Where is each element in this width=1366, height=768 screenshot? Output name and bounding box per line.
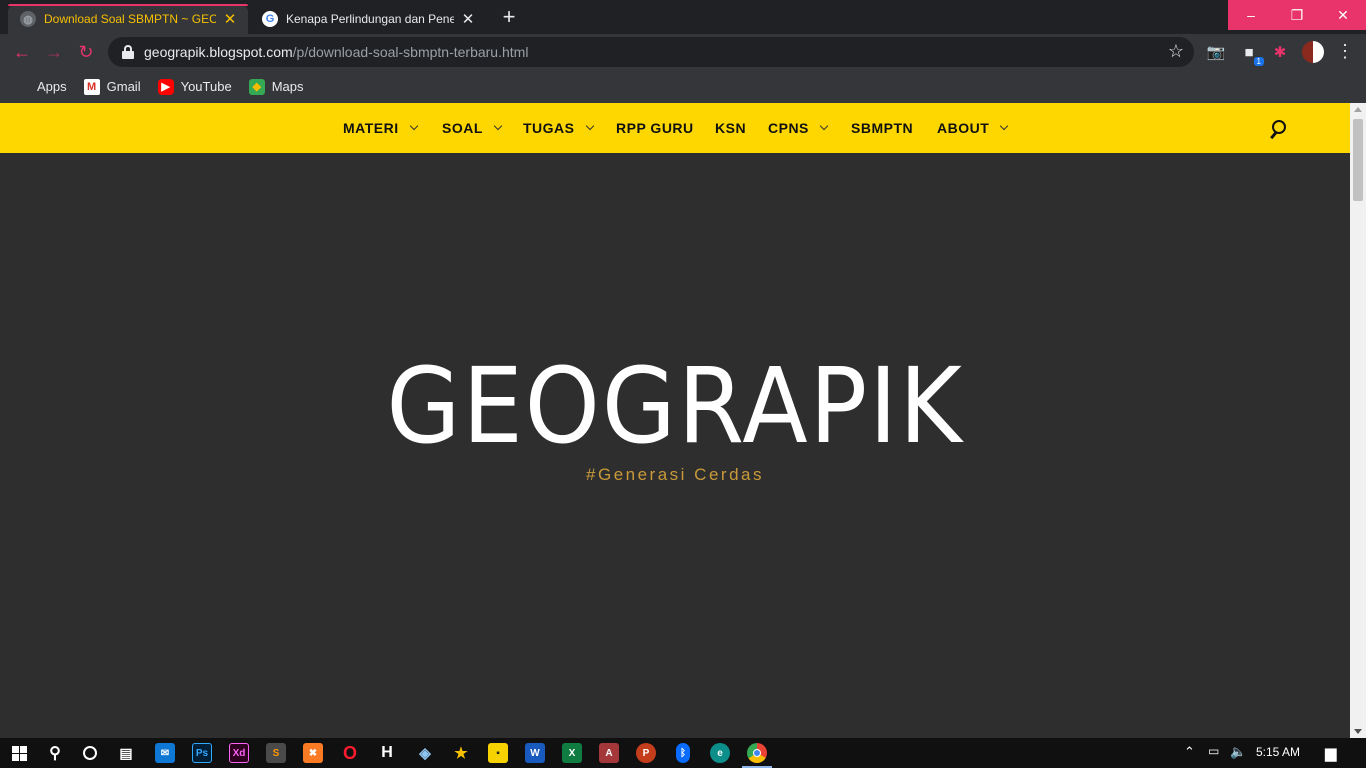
chevron-down-icon: [819, 121, 829, 131]
profile-avatar[interactable]: [1302, 41, 1324, 63]
scroll-down-arrow[interactable]: [1354, 729, 1362, 734]
lock-icon: [122, 45, 134, 59]
windows-taskbar: ⚲ ▤ ✉ Ps Xd S ✖ O H ◈ ★ ▪ W X A P ᛒ e ⌃ …: [0, 738, 1366, 768]
minimize-button[interactable]: –: [1228, 0, 1274, 30]
site-navigation: MATERI SOAL TUGAS RPP GURU KSN CPNS SBMP…: [0, 103, 1350, 153]
forward-button[interactable]: →: [40, 38, 68, 66]
maximize-button[interactable]: ❐: [1274, 0, 1320, 30]
bookmark-youtube[interactable]: ▶ YouTube: [157, 78, 232, 95]
search-icon[interactable]: ⚲: [45, 743, 65, 763]
chevron-down-icon: [1000, 121, 1009, 131]
chevron-down-icon: [585, 121, 594, 131]
page-scrollbar[interactable]: [1350, 103, 1366, 738]
nav-item-ksn[interactable]: KSN: [715, 103, 746, 153]
edge-icon[interactable]: e: [710, 743, 730, 763]
scroll-up-arrow[interactable]: [1354, 107, 1362, 112]
nav-label: RPP GURU: [616, 120, 694, 136]
nav-item-cpns[interactable]: CPNS: [768, 103, 829, 153]
photoshop-icon[interactable]: Ps: [192, 743, 212, 763]
tab-title: Kenapa Perlindungan dan Penegakan: [286, 12, 454, 26]
close-icon[interactable]: ✕: [222, 11, 238, 28]
bookmarks-bar: Apps M Gmail ▶ YouTube ◆ Maps: [0, 70, 1366, 103]
battery-icon[interactable]: ▭: [1208, 744, 1219, 758]
youtube-icon: ▶: [157, 78, 174, 95]
browser-toolbar: ← → ↻ geograpik.blogspot.com /p/download…: [0, 34, 1366, 70]
globe-icon: ◍: [20, 11, 36, 27]
bookmark-star-icon[interactable]: ☆: [1168, 41, 1184, 62]
close-icon[interactable]: ✕: [460, 11, 476, 28]
bookmark-label: Gmail: [106, 79, 141, 94]
taskbar-clock[interactable]: 5:15 AM: [1256, 745, 1300, 759]
chrome-icon[interactable]: [747, 743, 767, 763]
camera-icon[interactable]: 📷: [1205, 41, 1227, 63]
excel-icon[interactable]: X: [562, 743, 582, 763]
chrome-menu-icon[interactable]: ⋮: [1336, 41, 1354, 63]
nav-label: TUGAS: [523, 120, 575, 136]
tray-overflow-icon[interactable]: ⌃: [1184, 744, 1195, 760]
nav-label: MATERI: [343, 120, 399, 136]
nav-label: SBMPTN: [851, 120, 914, 136]
nav-item-soal[interactable]: SOAL: [442, 103, 503, 153]
tab-strip: ◍ Download Soal SBMPTN ~ GEOGRAPIK ✕ G K…: [0, 0, 1366, 34]
tab-active[interactable]: ◍ Download Soal SBMPTN ~ GEOGRAPIK ✕: [8, 4, 248, 34]
bluetooth-icon[interactable]: ᛒ: [676, 743, 690, 763]
google-icon: G: [262, 11, 278, 27]
nav-item-tugas[interactable]: TUGAS: [523, 103, 594, 153]
nav-label: SOAL: [442, 120, 483, 136]
tab-title: Download Soal SBMPTN ~ GEOGRAPIK: [44, 12, 216, 26]
hero-tagline: #Generasi Cerdas: [586, 465, 764, 484]
opera-icon[interactable]: O: [340, 743, 360, 763]
windows-start-icon[interactable]: [9, 743, 29, 763]
star-app-icon[interactable]: ★: [451, 743, 471, 763]
bookmark-maps[interactable]: ◆ Maps: [248, 78, 304, 95]
extensions-puzzle-icon[interactable]: ✱: [1269, 41, 1291, 63]
bookmark-gmail[interactable]: M Gmail: [83, 78, 141, 95]
chevron-down-icon: [493, 121, 503, 131]
access-icon[interactable]: A: [599, 743, 619, 763]
app-h-icon[interactable]: H: [377, 743, 397, 763]
new-tab-button[interactable]: +: [496, 5, 522, 31]
nav-label: ABOUT: [937, 120, 990, 136]
notifications-icon[interactable]: ▆: [1325, 744, 1337, 762]
web-page: MATERI SOAL TUGAS RPP GURU KSN CPNS SBMP…: [0, 103, 1350, 738]
url-host: geograpik.blogspot.com: [144, 44, 293, 60]
tab-inactive[interactable]: G Kenapa Perlindungan dan Penegakan ✕: [250, 4, 486, 34]
xampp-icon[interactable]: ✖: [303, 743, 323, 763]
volume-icon[interactable]: 🔈: [1230, 744, 1246, 760]
bookmark-apps[interactable]: Apps: [14, 79, 67, 95]
bookmark-label: Maps: [271, 79, 304, 94]
virtualbox-icon[interactable]: ◈: [415, 743, 435, 763]
reload-button[interactable]: ↻: [72, 38, 100, 66]
nav-item-about[interactable]: ABOUT: [937, 103, 1009, 153]
bookmark-label: YouTube: [180, 79, 232, 94]
extension-cube-icon[interactable]: ■ 1: [1238, 41, 1264, 66]
sublime-text-icon[interactable]: S: [266, 743, 286, 763]
window-close-button[interactable]: ✕: [1320, 0, 1366, 30]
sticky-notes-icon[interactable]: ▪: [488, 743, 508, 763]
nav-label: CPNS: [768, 120, 809, 136]
bookmark-label: Apps: [37, 79, 67, 94]
nav-item-rpp-guru[interactable]: RPP GURU: [616, 103, 694, 153]
gmail-icon: M: [83, 78, 100, 95]
powerpoint-icon[interactable]: P: [636, 743, 656, 763]
nav-label: KSN: [715, 120, 747, 136]
url-path: /p/download-soal-sbmptn-terbaru.html: [292, 44, 529, 60]
extension-badge: 1: [1253, 57, 1264, 66]
cortana-icon[interactable]: [80, 743, 100, 763]
apps-grid-icon: [14, 79, 30, 95]
adobe-xd-icon[interactable]: Xd: [229, 743, 249, 763]
search-icon[interactable]: [1270, 120, 1288, 140]
nav-item-materi[interactable]: MATERI: [343, 103, 418, 153]
address-bar[interactable]: geograpik.blogspot.com /p/download-soal-…: [108, 37, 1194, 67]
task-view-icon[interactable]: ▤: [116, 743, 136, 763]
hero-title: GEOGRAPIK: [386, 345, 964, 467]
nav-item-sbmptn[interactable]: SBMPTN: [851, 103, 913, 153]
chevron-down-icon: [409, 121, 418, 131]
maps-icon: ◆: [248, 78, 265, 95]
word-icon[interactable]: W: [525, 743, 545, 763]
scrollbar-thumb[interactable]: [1353, 119, 1363, 201]
mail-icon[interactable]: ✉: [155, 743, 175, 763]
back-button[interactable]: ←: [8, 38, 36, 66]
